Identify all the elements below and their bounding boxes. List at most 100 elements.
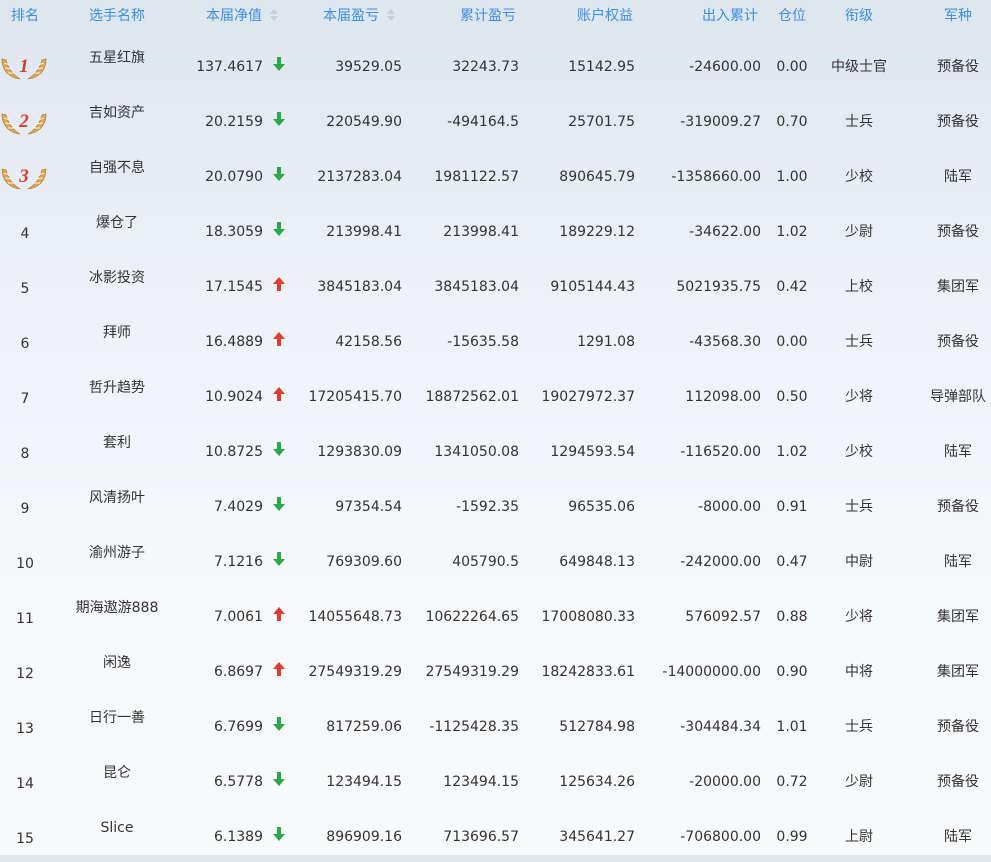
table-row[interactable]: 15 Slice 6.1389 896909.16 713696.57 345641.27… bbox=[0, 807, 991, 862]
table-row[interactable]: 7 哲升趋势 10.9024 17205415.70 18872562.01 190279… bbox=[0, 367, 991, 422]
player-name[interactable]: 风清扬叶 bbox=[89, 489, 145, 507]
rank-title-cell: 士兵 bbox=[845, 499, 873, 515]
flow-cell: -304484.34 bbox=[680, 719, 761, 735]
equity-cell: 15142.95 bbox=[568, 59, 635, 75]
position-cell: 0.00 bbox=[776, 59, 808, 75]
nav-cell: 7.1216 bbox=[214, 554, 263, 570]
player-name[interactable]: 自强不息 bbox=[89, 159, 145, 177]
table-row[interactable]: 13 日行一善 6.7699 817259.06 -1125428.35 512784.9… bbox=[0, 697, 991, 752]
equity-cell: 17008080.33 bbox=[541, 609, 635, 625]
profit-cell: 1293830.09 bbox=[317, 444, 402, 460]
total-profit-cell: 1981122.57 bbox=[434, 169, 519, 185]
player-name[interactable]: 五星红旗 bbox=[89, 49, 145, 67]
rank-title-cell: 士兵 bbox=[845, 334, 873, 350]
equity-cell: 890645.79 bbox=[559, 169, 635, 185]
table-row[interactable]: 5 冰影投资 17.1545 3845183.04 3845183.04 9105144.… bbox=[0, 257, 991, 312]
position-cell: 0.47 bbox=[776, 554, 808, 570]
column-header-flow[interactable]: 出入累计 bbox=[702, 0, 758, 34]
rank-cell: 7 bbox=[20, 391, 30, 407]
rank-cell: 5 bbox=[20, 281, 30, 297]
player-name[interactable]: 吉如资产 bbox=[89, 104, 145, 122]
rank-title-cell: 少将 bbox=[845, 609, 873, 625]
flow-cell: 5021935.75 bbox=[676, 279, 761, 295]
column-header-total[interactable]: 累计盈亏 bbox=[460, 0, 516, 34]
sort-icon[interactable] bbox=[387, 9, 395, 21]
army-cell: 预备役 bbox=[937, 719, 979, 735]
column-header-profit[interactable]: 本届盈亏 bbox=[323, 0, 395, 34]
player-name[interactable]: Slice bbox=[101, 819, 134, 837]
player-name[interactable]: 拜师 bbox=[103, 324, 131, 342]
table-row[interactable]: 1 五星红旗 137.4617 39529.05 32243.73 15142.95 -24… bbox=[0, 37, 991, 92]
arrow-down-icon bbox=[273, 112, 285, 126]
column-header-title[interactable]: 衔级 bbox=[845, 0, 873, 34]
player-name[interactable]: 爆仓了 bbox=[96, 214, 138, 232]
table-row[interactable]: 12 闲逸 6.8697 27549319.29 27549319.29 18242833… bbox=[0, 642, 991, 697]
rank-title-cell: 少将 bbox=[845, 389, 873, 405]
flow-cell: -24600.00 bbox=[689, 59, 761, 75]
total-profit-cell: -494164.5 bbox=[447, 114, 519, 130]
table-row[interactable]: 9 风清扬叶 7.4029 97354.54 -1592.35 96535.06 -8000… bbox=[0, 477, 991, 532]
position-cell: 0.91 bbox=[776, 499, 808, 515]
table-row[interactable]: 11 期海遨游888 7.0061 14055648.73 10622264.65 170… bbox=[0, 587, 991, 642]
player-name[interactable]: 期海遨游888 bbox=[76, 599, 159, 617]
equity-cell: 189229.12 bbox=[559, 224, 635, 240]
rank-medal-number: 1 bbox=[19, 56, 29, 77]
profit-cell: 123494.15 bbox=[326, 774, 402, 790]
arrow-down-icon bbox=[273, 772, 285, 786]
column-header-army[interactable]: 军种 bbox=[944, 0, 972, 34]
arrow-up-icon bbox=[273, 662, 285, 676]
table-row[interactable]: 3 自强不息 20.0790 2137283.04 1981122.57 890645.7… bbox=[0, 147, 991, 202]
player-name[interactable]: 闲逸 bbox=[103, 654, 131, 672]
column-header-name[interactable]: 选手名称 bbox=[89, 0, 145, 34]
nav-cell: 7.4029 bbox=[214, 499, 263, 515]
flow-cell: 576092.57 bbox=[685, 609, 761, 625]
player-name[interactable]: 哲升趋势 bbox=[89, 379, 145, 397]
player-name[interactable]: 冰影投资 bbox=[89, 269, 145, 287]
table-row[interactable]: 14 昆仑 6.5778 123494.15 123494.15 125634.26 -20… bbox=[0, 752, 991, 807]
table-row[interactable]: 10 渝州游子 7.1216 769309.60 405790.5 649848.13 -2… bbox=[0, 532, 991, 587]
player-name[interactable]: 套利 bbox=[103, 434, 131, 452]
equity-cell: 18242833.61 bbox=[541, 664, 635, 680]
player-name[interactable]: 渝州游子 bbox=[89, 544, 145, 562]
total-profit-cell: 1341050.08 bbox=[434, 444, 519, 460]
player-name[interactable]: 日行一善 bbox=[89, 709, 145, 727]
column-header-rank[interactable]: 排名 bbox=[11, 0, 39, 34]
position-cell: 1.02 bbox=[776, 444, 808, 460]
arrow-down-icon bbox=[273, 167, 285, 181]
equity-cell: 1294593.54 bbox=[550, 444, 635, 460]
profit-cell: 817259.06 bbox=[326, 719, 402, 735]
equity-cell: 512784.98 bbox=[559, 719, 635, 735]
army-cell: 集团军 bbox=[937, 279, 979, 295]
sort-icon[interactable] bbox=[270, 9, 278, 21]
player-name[interactable]: 昆仑 bbox=[103, 764, 131, 782]
rank-title-cell: 士兵 bbox=[845, 114, 873, 130]
total-profit-cell: 123494.15 bbox=[443, 774, 519, 790]
profit-cell: 2137283.04 bbox=[317, 169, 402, 185]
nav-cell: 6.8697 bbox=[214, 664, 263, 680]
arrow-down-icon bbox=[273, 497, 285, 511]
profit-cell: 3845183.04 bbox=[317, 279, 402, 295]
rank-title-cell: 士兵 bbox=[845, 719, 873, 735]
column-header-equity[interactable]: 账户权益 bbox=[577, 0, 633, 34]
column-header-profit-label: 本届盈亏 bbox=[323, 8, 379, 24]
flow-cell: -8000.00 bbox=[698, 499, 761, 515]
army-cell: 陆军 bbox=[944, 829, 972, 845]
table-row[interactable]: 6 拜师 16.4889 42158.56 -15635.58 1291.08 -43568… bbox=[0, 312, 991, 367]
rank-cell: 15 bbox=[16, 831, 34, 847]
table-row[interactable]: 4 爆仓了 18.3059 213998.41 213998.41 189229.12 -3… bbox=[0, 202, 991, 257]
rank-cell: 11 bbox=[16, 611, 34, 627]
column-header-nav[interactable]: 本届净值 bbox=[206, 0, 278, 34]
army-cell: 预备役 bbox=[937, 499, 979, 515]
nav-cell: 6.1389 bbox=[214, 829, 263, 845]
flow-cell: 112098.00 bbox=[685, 389, 761, 405]
position-cell: 0.72 bbox=[776, 774, 808, 790]
column-header-position[interactable]: 仓位 bbox=[778, 0, 806, 34]
nav-cell: 20.0790 bbox=[205, 169, 263, 185]
table-row[interactable]: 2 吉如资产 20.2159 220549.90 -494164.5 25701.75 -3… bbox=[0, 92, 991, 147]
army-cell: 预备役 bbox=[937, 224, 979, 240]
table-row[interactable]: 8 套利 10.8725 1293830.09 1341050.08 1294593.54… bbox=[0, 422, 991, 477]
arrow-down-icon bbox=[273, 827, 285, 841]
rank-medal-icon: 2 bbox=[1, 111, 47, 135]
rank-cell: 13 bbox=[16, 721, 34, 737]
profit-cell: 769309.60 bbox=[326, 554, 402, 570]
